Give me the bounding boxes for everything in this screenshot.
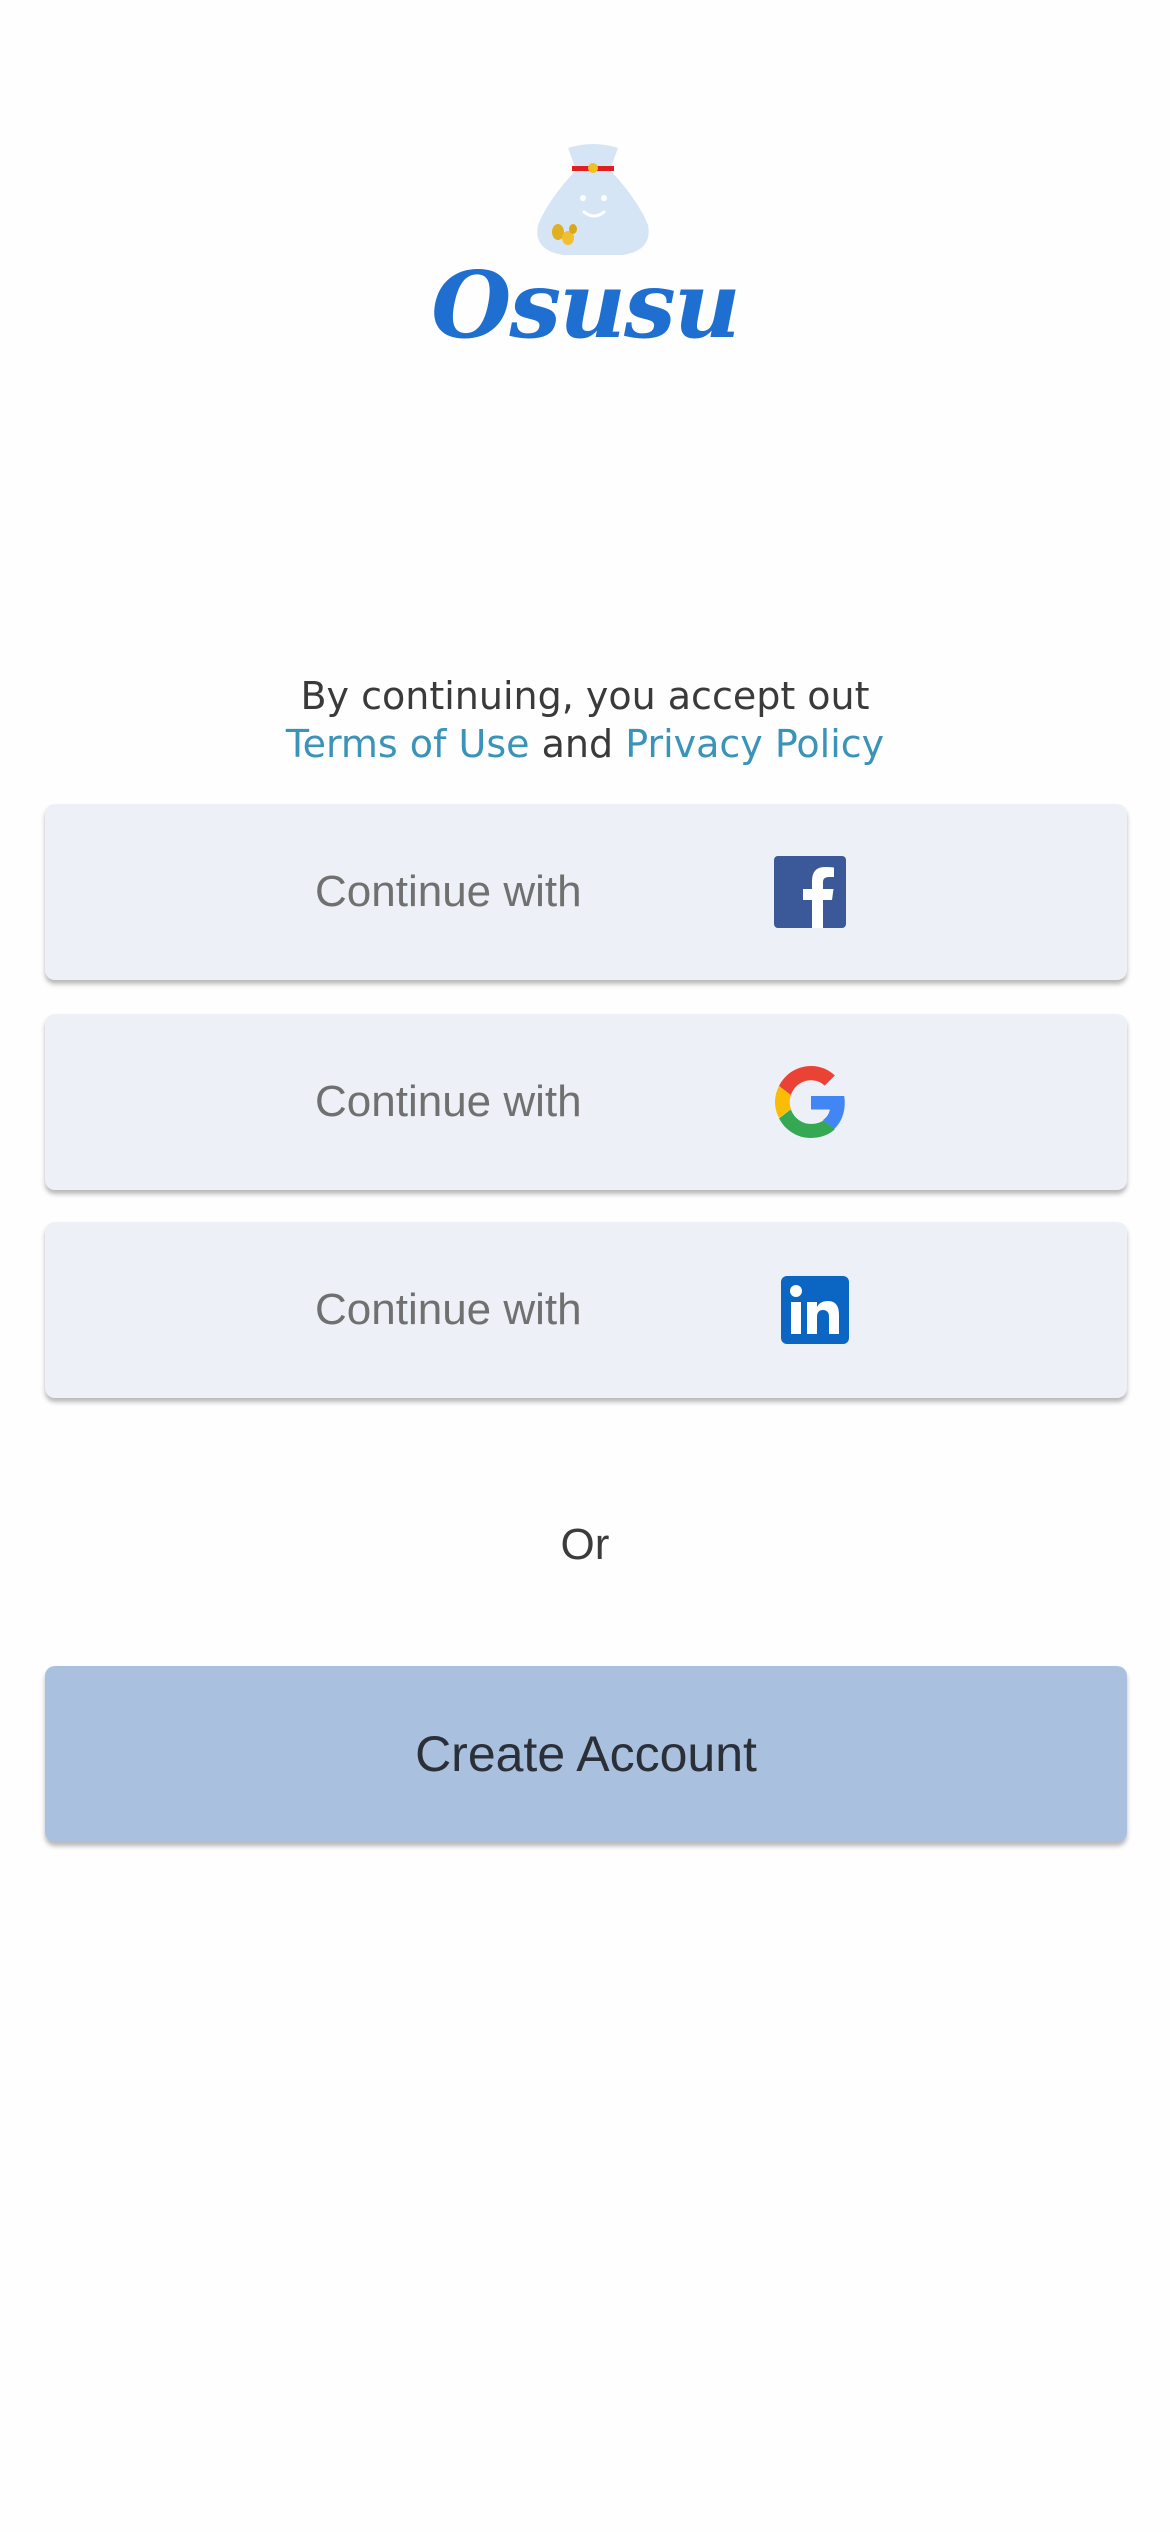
terms-notice: By continuing, you accept out Terms of U… <box>0 672 1170 768</box>
brand-name: Osusu <box>431 251 741 359</box>
continue-with-google-button[interactable]: Continue with <box>45 1014 1127 1190</box>
login-screen: Osusu By continuing, you accept out Term… <box>0 0 1170 2532</box>
facebook-icon <box>774 856 846 928</box>
terms-and-text: and <box>541 722 614 766</box>
continue-with-label: Continue with <box>315 1077 582 1126</box>
continue-with-linkedin-button[interactable]: Continue with <box>45 1222 1127 1398</box>
terms-of-use-link[interactable]: Terms of Use <box>286 722 530 766</box>
privacy-policy-link[interactable]: Privacy Policy <box>625 722 884 766</box>
continue-with-facebook-button[interactable]: Continue with <box>45 804 1127 980</box>
app-logo: Osusu <box>0 140 1170 360</box>
or-divider-text: Or <box>560 1520 610 1569</box>
continue-with-label: Continue with <box>315 867 582 916</box>
google-icon <box>775 1066 845 1138</box>
terms-intro-text: By continuing, you accept out <box>300 674 870 718</box>
continue-with-label: Continue with <box>315 1285 582 1334</box>
linkedin-icon <box>781 1276 849 1344</box>
money-bag-icon <box>537 144 649 255</box>
terms-links-line: Terms of Use and Privacy Policy <box>0 720 1170 768</box>
create-account-button[interactable]: Create Account <box>45 1666 1127 1842</box>
